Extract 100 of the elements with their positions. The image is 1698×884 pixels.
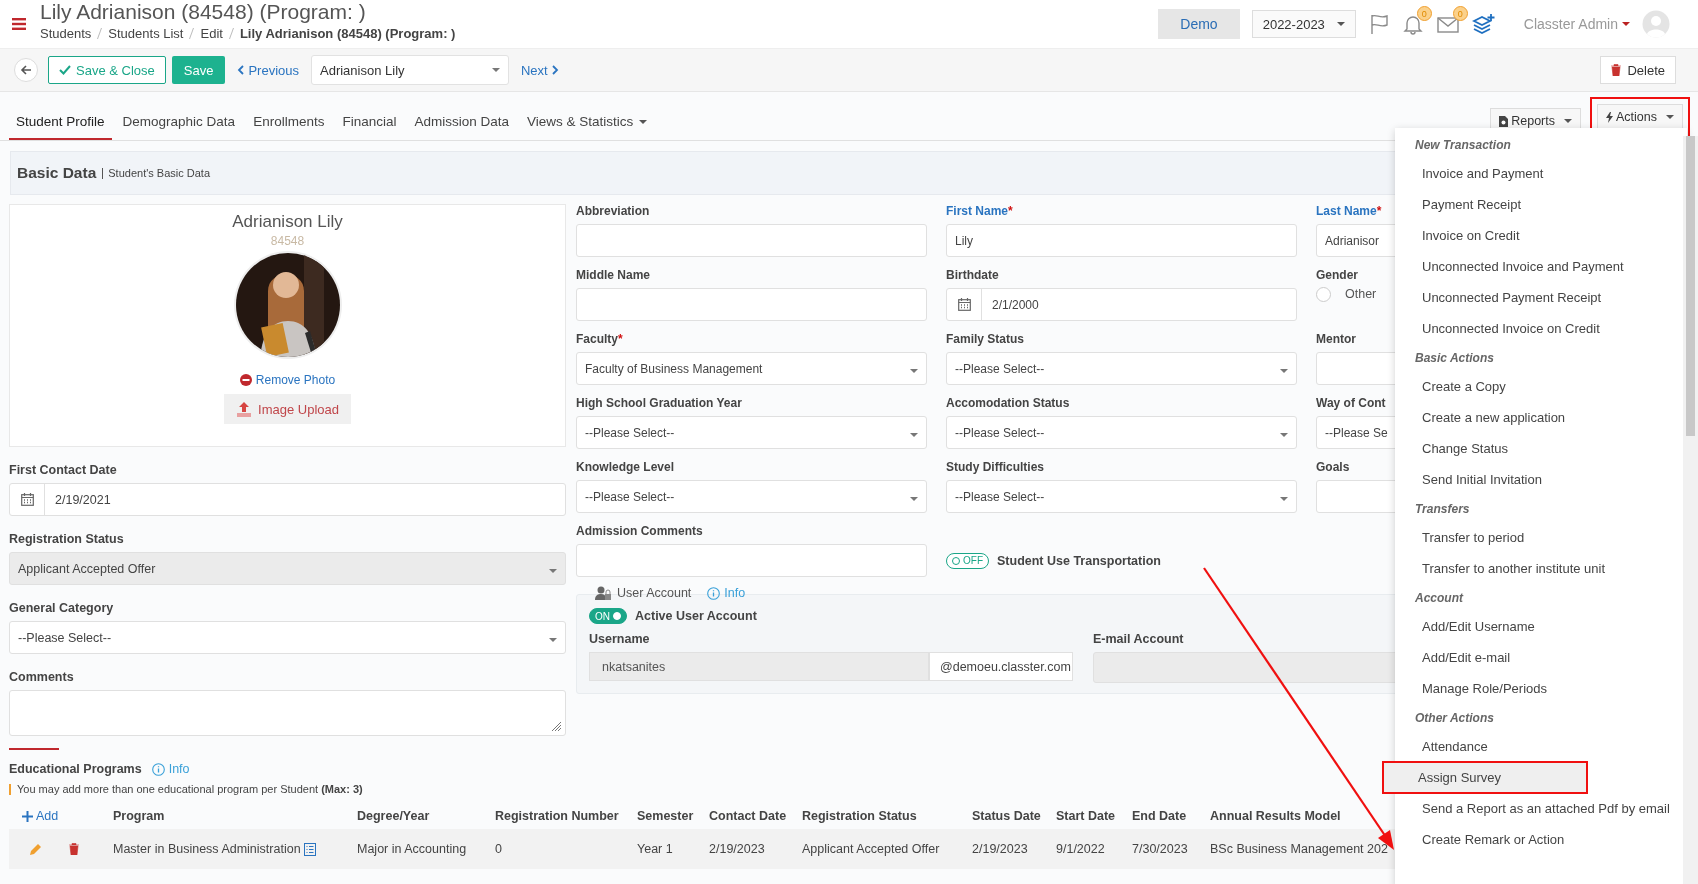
field-label: Username — [589, 632, 650, 646]
panel-title: User Account — [617, 586, 692, 600]
field-label: Middle Name — [576, 268, 650, 282]
menu-item[interactable]: Send a Report as an attached Pdf by email — [1399, 793, 1683, 824]
student-name: Adrianison Lily — [232, 212, 343, 232]
info-icon — [707, 586, 721, 600]
resize-grip-icon[interactable] — [552, 722, 562, 732]
menu-item[interactable]: Payment Receipt — [1399, 189, 1683, 220]
menu-item[interactable]: Unconnected Payment Receipt — [1399, 282, 1683, 313]
comments-field[interactable] — [9, 690, 566, 736]
breadcrumb-link[interactable]: Students — [40, 25, 92, 41]
arrow-left-icon — [20, 64, 32, 76]
menu-item[interactable]: Add/Edit Username — [1399, 611, 1683, 642]
breadcrumb-link[interactable]: Edit — [200, 25, 223, 41]
menu-group-title: Basic Actions — [1414, 349, 1495, 367]
menu-item[interactable]: Invoice and Payment — [1399, 158, 1683, 189]
table-cell: 0 — [495, 842, 502, 856]
menu-item[interactable]: Create a new application — [1399, 402, 1683, 433]
tab[interactable]: Student Profile — [9, 114, 112, 140]
section-title: Basic Data — [17, 164, 97, 182]
toggle-label: Student Use Transportation — [997, 553, 1161, 568]
text-field[interactable] — [576, 544, 927, 577]
image-upload-button[interactable]: Image Upload — [224, 394, 351, 424]
field-label: First Contact Date — [9, 463, 117, 477]
radio-label: Other — [1345, 287, 1377, 301]
message-badge: 0 — [1452, 6, 1468, 21]
menu-item[interactable]: Unconnected Invoice on Credit — [1399, 313, 1683, 344]
radio-button[interactable] — [1316, 286, 1331, 302]
back-button[interactable] — [14, 58, 38, 82]
delete-button[interactable]: Delete — [1600, 56, 1676, 84]
scrollbar[interactable] — [1683, 136, 1698, 884]
tab[interactable]: Admission Data — [407, 114, 516, 140]
menu-icon[interactable] — [12, 18, 26, 30]
record-select[interactable]: Adrianison Lily — [311, 55, 509, 85]
select-field[interactable]: Faculty of Business Management — [576, 352, 927, 385]
menu-item[interactable]: Manage Role/Periods — [1399, 673, 1683, 704]
select-field[interactable]: --Please Select-- — [946, 416, 1297, 449]
section-title: Educational Programs — [9, 762, 142, 776]
bell-icon[interactable] — [1401, 13, 1424, 35]
list-icon[interactable] — [303, 843, 316, 857]
chevron-right-icon — [551, 65, 559, 75]
breadcrumb-link[interactable]: Students List — [108, 25, 184, 41]
text-field[interactable] — [576, 288, 927, 321]
select-field[interactable]: --Please Select-- — [946, 352, 1297, 385]
calendar-icon[interactable] — [957, 298, 971, 311]
menu-item[interactable]: Transfer to another institute unit — [1399, 553, 1683, 584]
field-label: Birthdate — [946, 268, 999, 282]
environment-button[interactable]: Demo — [1158, 9, 1240, 39]
username-field[interactable]: nkatsanites — [589, 652, 929, 681]
column-header: Start Date — [1056, 809, 1116, 823]
menu-item[interactable]: Create Remark or Action — [1399, 824, 1683, 855]
select-field[interactable]: --Please Select-- — [576, 480, 927, 513]
column-header: End Date — [1132, 809, 1187, 823]
table-cell: Master in Business Administration — [113, 841, 301, 856]
trash-icon[interactable] — [69, 843, 79, 855]
select-field[interactable]: --Please Select-- — [946, 480, 1297, 513]
table-cell: 2/19/2023 — [709, 842, 765, 856]
year-select[interactable]: 2022-2023 — [1251, 10, 1356, 38]
field-label: Gender — [1316, 268, 1358, 282]
menu-item[interactable]: Assign Survey — [1383, 762, 1587, 793]
field-label: High School Graduation Year — [576, 396, 742, 410]
text-field[interactable]: Lily — [946, 224, 1297, 257]
calendar-icon[interactable] — [20, 493, 34, 506]
menu-item[interactable]: Unconnected Invoice and Payment — [1399, 251, 1683, 282]
layers-plus-icon[interactable] — [1471, 13, 1496, 35]
field-label: Study Difficulties — [946, 460, 1044, 474]
field-label: Mentor — [1316, 332, 1356, 346]
toggle-label: Active User Account — [635, 609, 757, 623]
column-header: Contact Date — [709, 809, 787, 823]
field-label: First Name* — [946, 204, 1013, 218]
column-header: Annual Results Model — [1210, 809, 1341, 823]
previous-link[interactable]: Previous — [231, 62, 305, 78]
menu-item[interactable]: Send Initial Invitation — [1399, 464, 1683, 495]
select-field[interactable]: --Please Select-- — [576, 416, 927, 449]
menu-item[interactable]: Invoice on Credit — [1399, 220, 1683, 251]
menu-item[interactable]: Transfer to period — [1399, 522, 1683, 553]
menu-item[interactable]: Attendance — [1399, 731, 1683, 762]
tab[interactable]: Views & Statistics — [520, 114, 655, 140]
chevron-left-icon — [237, 65, 245, 75]
pencil-icon[interactable] — [29, 842, 42, 856]
breadcrumb-current: Lily Adrianison (84548) (Program: ) — [239, 25, 456, 41]
menu-item[interactable]: Create a Copy — [1399, 371, 1683, 402]
tab[interactable]: Demographic Data — [115, 114, 243, 140]
section-subtitle: Student's Basic Data — [102, 167, 211, 179]
date-field[interactable]: 2/19/2021 — [9, 483, 566, 516]
tab[interactable]: Enrollments — [246, 114, 332, 140]
menu-item[interactable]: Add/Edit e-mail — [1399, 642, 1683, 673]
field-label: Last Name* — [1316, 204, 1382, 218]
tab[interactable]: Financial — [335, 114, 404, 140]
text-field[interactable] — [576, 224, 927, 257]
field-label: Way of Cont — [1316, 396, 1386, 410]
select-field[interactable]: --Please Select-- — [9, 621, 566, 654]
add-button[interactable]: Add — [22, 809, 59, 823]
remove-photo-link[interactable]: Remove Photo — [239, 373, 336, 387]
column-header: Status Date — [972, 809, 1041, 823]
menu-item[interactable]: Change Status — [1399, 433, 1683, 464]
next-link[interactable]: Next — [515, 62, 565, 78]
date-field[interactable]: 2/1/2000 — [946, 288, 1297, 321]
actions-button[interactable]: Actions — [1597, 104, 1683, 130]
menu-group-title: New Transaction — [1414, 136, 1512, 154]
